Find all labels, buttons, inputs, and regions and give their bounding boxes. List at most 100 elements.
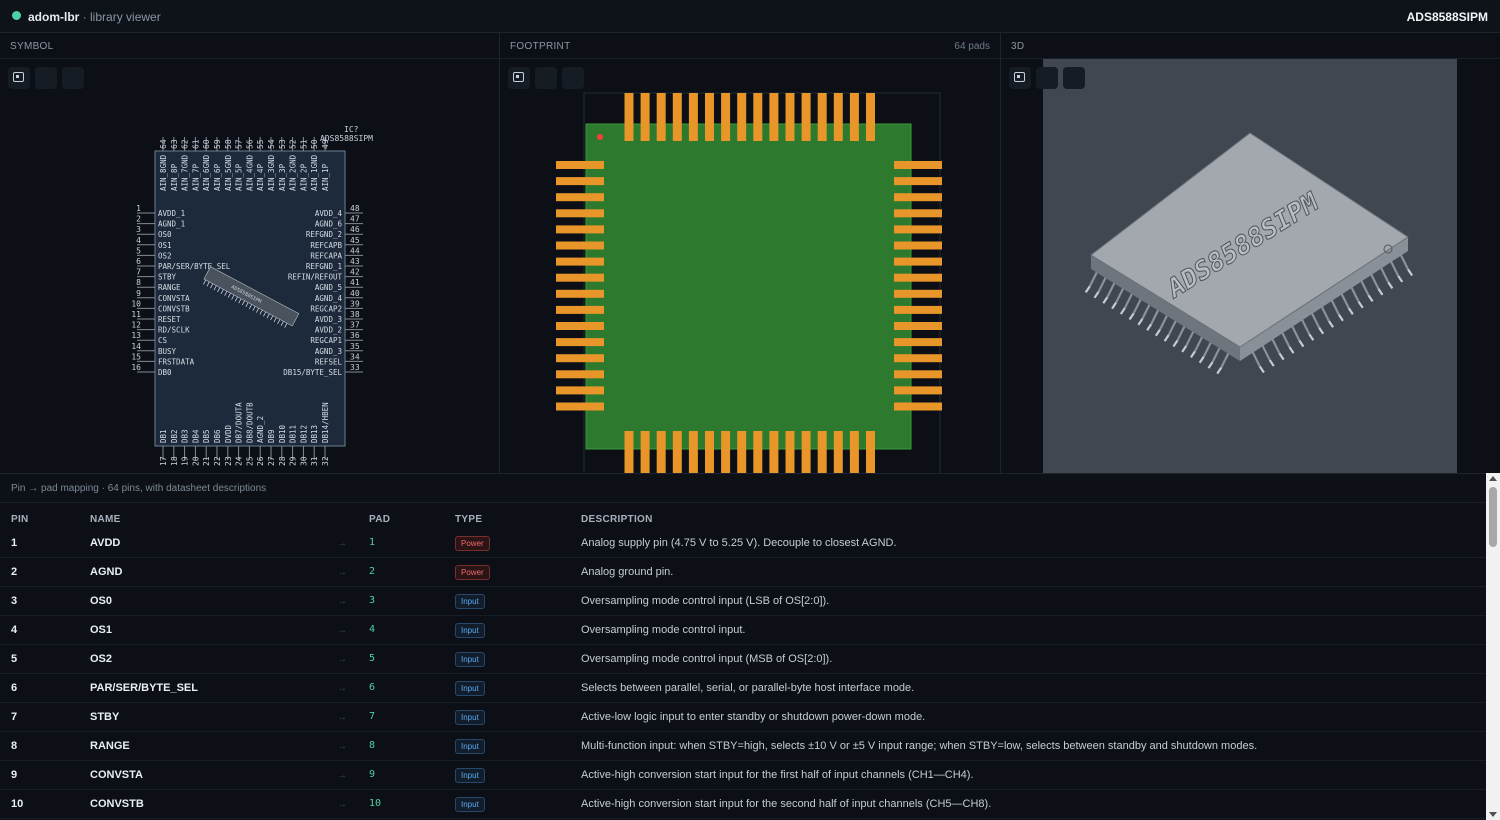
table-row[interactable]: 1 AVDD → 1 Power Analog supply pin (4.75 V to… [0,529,1486,558]
pad-left[interactable] [556,209,604,218]
footprint-canvas[interactable]: ADS8588SIPM — LQFP-64 (64 pads, 10.00×10… [500,59,1000,473]
pad-right[interactable] [894,289,942,298]
pad-bottom[interactable] [785,431,795,473]
fit-view-button[interactable] [8,67,30,89]
pad-top[interactable] [672,93,682,141]
pad-bottom[interactable] [721,431,731,473]
pad-bottom[interactable] [769,431,779,473]
pad-bottom[interactable] [656,431,666,473]
pad-right[interactable] [894,338,942,347]
pin-number: 58 [224,139,233,149]
pad-left[interactable] [556,177,604,186]
fit-view-button[interactable] [1009,67,1031,89]
pad-top[interactable] [705,93,714,141]
pad-top[interactable] [753,93,763,141]
symbol-canvas[interactable]: IC? ADS8588SIPM 1 AVDD_1 2 AGND_1 3 OS0 4 OS1 5 OS2… [0,59,499,473]
pad-top[interactable] [688,93,698,141]
pad-left[interactable] [556,273,604,282]
pad-left[interactable] [556,354,604,363]
pad-right[interactable] [894,386,942,395]
pad-top[interactable] [833,93,843,141]
pad-bottom[interactable] [753,431,763,473]
pad-left[interactable] [556,257,604,266]
pin-number: 25 [245,456,254,466]
pad-right[interactable] [894,370,942,379]
toolbar-button-3[interactable] [562,67,584,89]
toolbar-button-2[interactable] [535,67,557,89]
pad-top[interactable] [721,93,731,141]
pad-bottom[interactable] [737,431,747,473]
cell-pad: 5 [369,653,376,664]
pad-top[interactable] [866,93,875,141]
pad-top[interactable] [656,93,666,141]
pad-top[interactable] [737,93,747,141]
pad-right[interactable] [894,177,942,186]
table-row[interactable]: 9 CONVSTA → 9 Input Active-high conversion st… [0,761,1486,790]
header-pin[interactable]: PIN [11,514,29,525]
pad-bottom[interactable] [672,431,682,473]
scroll-down-icon[interactable] [1489,812,1497,817]
fit-view-button[interactable] [508,67,530,89]
table-row[interactable]: 3 OS0 → 3 Input Oversampling mode control inp… [0,587,1486,616]
pad-left[interactable] [556,338,604,347]
pad-left[interactable] [556,386,604,395]
pad-bottom[interactable] [801,431,811,473]
pad-right[interactable] [894,305,942,314]
pad-top[interactable] [624,93,634,141]
pad-left[interactable] [556,402,604,411]
table-row[interactable]: 10 CONVSTB → 10 Input Active-high conversion … [0,790,1486,819]
pad-top[interactable] [640,93,650,141]
pad-right[interactable] [894,257,942,266]
pad-right[interactable] [894,322,942,330]
header-type[interactable]: TYPE [455,514,482,525]
pad-top[interactable] [785,93,795,141]
header-name[interactable]: NAME [90,514,121,525]
view3d-viewport[interactable]: ADS8588SIPM [1043,59,1457,473]
table-row[interactable]: 4 OS1 → 4 Input Oversampling mode control inp… [0,616,1486,645]
pad-top[interactable] [817,93,827,141]
toolbar-button-3[interactable] [1063,67,1085,89]
toolbar-button-3[interactable] [62,67,84,89]
table-row[interactable]: 8 RANGE → 8 Input Multi-function input: when … [0,732,1486,761]
pad-right[interactable] [894,273,942,282]
pad-bottom[interactable] [640,431,650,473]
pad-left[interactable] [556,370,604,379]
pad-left[interactable] [556,225,604,234]
pad-left[interactable] [556,241,604,250]
header-pad[interactable]: PAD [369,514,390,525]
pad-top[interactable] [769,93,779,141]
scrollbar-thumb[interactable] [1489,487,1497,547]
pad-bottom[interactable] [833,431,843,473]
pad-right[interactable] [894,161,942,169]
cell-pin: 9 [11,769,18,781]
toolbar-button-2[interactable] [1036,67,1058,89]
table-row[interactable]: 2 AGND → 2 Power Analog ground pin. [0,558,1486,587]
pad-left[interactable] [556,305,604,314]
header-description[interactable]: DESCRIPTION [581,514,653,525]
pad-right[interactable] [894,193,942,202]
pad-right[interactable] [894,354,942,363]
pad-bottom[interactable] [866,431,875,473]
table-row[interactable]: 6 PAR/SER/BYTE_SEL → 6 Input Selects between … [0,674,1486,703]
table-row[interactable]: 5 OS2 → 5 Input Oversampling mode control inp… [0,645,1486,674]
pad-right[interactable] [894,241,942,250]
pad-bottom[interactable] [705,431,714,473]
pad-left[interactable] [556,289,604,298]
scroll-up-icon[interactable] [1489,476,1497,481]
pad-right[interactable] [894,209,942,218]
pad-right[interactable] [894,402,942,411]
toolbar-button-2[interactable] [35,67,57,89]
pin-name: OS0 [158,230,172,239]
scrollbar[interactable] [1486,473,1500,820]
pad-right[interactable] [894,225,942,234]
pad-bottom[interactable] [688,431,698,473]
table-row[interactable]: 7 STBY → 7 Input Active-low logic input to en… [0,703,1486,732]
pad-bottom[interactable] [849,431,859,473]
pad-left[interactable] [556,161,604,169]
pad-bottom[interactable] [817,431,827,473]
pad-left[interactable] [556,193,604,202]
pad-bottom[interactable] [624,431,634,473]
pad-top[interactable] [801,93,811,141]
pad-top[interactable] [849,93,859,141]
pad-left[interactable] [556,322,604,330]
